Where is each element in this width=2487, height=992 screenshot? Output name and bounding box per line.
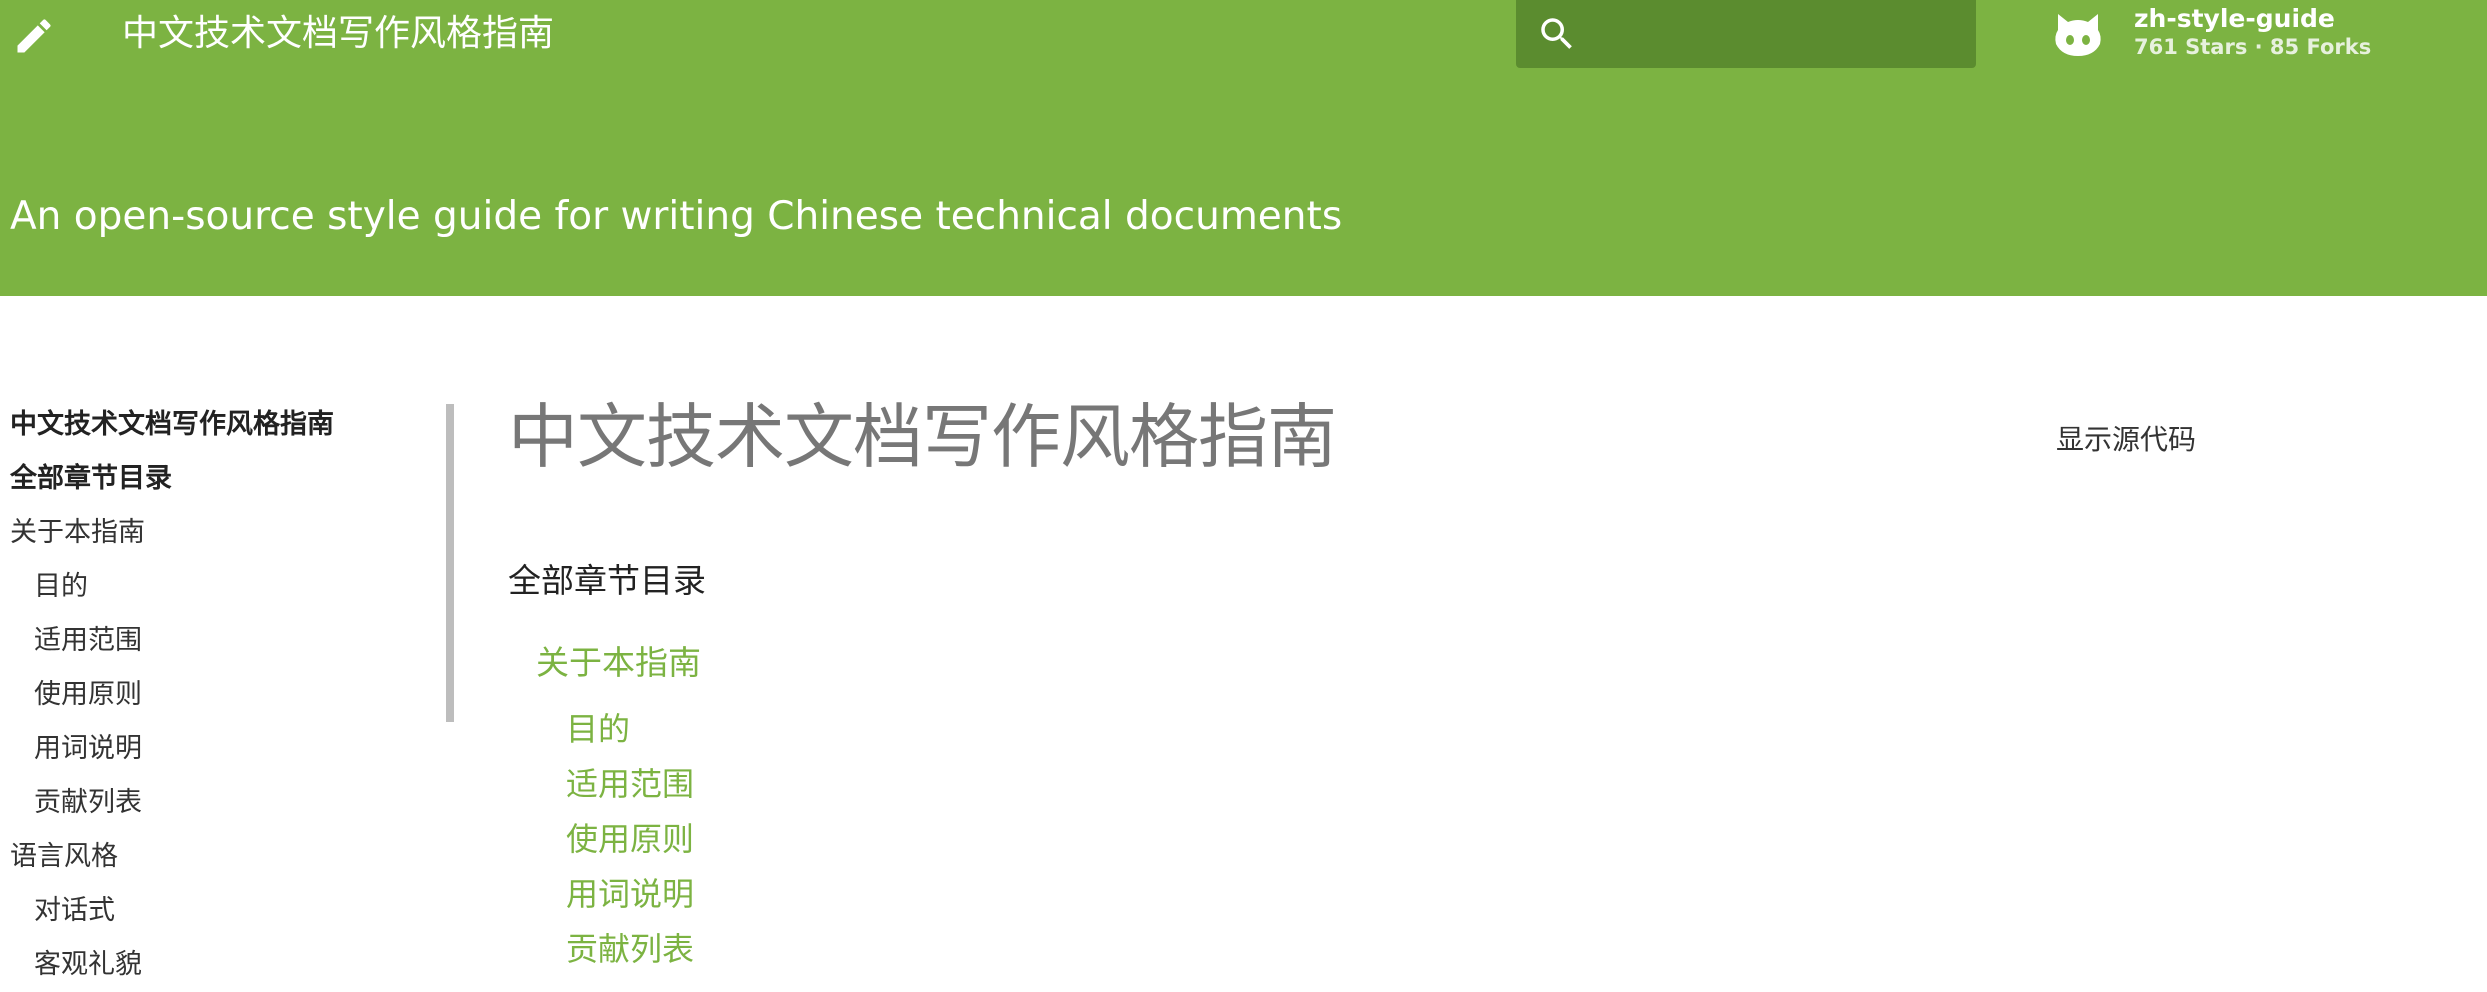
repo-stats: 761 Stars · 85 Forks [2134,35,2372,59]
sidebar-scrollbar[interactable] [446,404,454,722]
sidebar-item[interactable]: 全部章节目录 [10,452,430,506]
show-source-link[interactable]: 显示源代码 [2056,420,2196,460]
sidebar-subitem[interactable]: 用词说明 [10,722,430,776]
toc-link[interactable]: 适用范围 [536,757,701,812]
site-tagline: An open-source style guide for writing C… [10,194,1343,239]
toc-list: 关于本指南 目的 适用范围 使用原则 用词说明 贡献列表 [536,638,701,977]
page-title: 中文技术文档写作风格指南 [508,396,1337,478]
toc-heading: 全部章节目录 [508,561,706,600]
site-title[interactable]: 中文技术文档写作风格指南 [122,12,554,56]
sidebar-item[interactable]: 关于本指南 [10,506,430,560]
search-icon [1541,18,1572,49]
site-header: 中文技术文档写作风格指南 zh-style-guide 761 Stars · … [0,0,2487,296]
sidebar-subitem[interactable]: 适用范围 [10,614,430,668]
pencil-icon [17,19,51,53]
repo-name: zh-style-guide [2134,4,2335,33]
toc-link[interactable]: 目的 [536,702,701,757]
toc-link[interactable]: 使用原则 [536,812,701,867]
github-icon [2055,14,2101,56]
edit-button[interactable] [12,14,56,58]
sidebar-subitem[interactable]: 目的 [10,560,430,614]
sidebar-subitem[interactable]: 贡献列表 [10,776,430,830]
sidebar-nav: 中文技术文档写作风格指南 全部章节目录 关于本指南 目的 适用范围 使用原则 用… [10,398,430,992]
toc-link[interactable]: 关于本指南 [536,638,701,688]
sidebar-subitem[interactable]: 对话式 [10,884,430,938]
sidebar-item[interactable]: 中文技术文档写作风格指南 [10,398,430,452]
sidebar-item[interactable]: 语言风格 [10,830,430,884]
toc-link[interactable]: 用词说明 [536,867,701,922]
sidebar-subitem[interactable]: 使用原则 [10,668,430,722]
search-input[interactable] [1516,0,1976,68]
toc-link[interactable]: 贡献列表 [536,922,701,977]
